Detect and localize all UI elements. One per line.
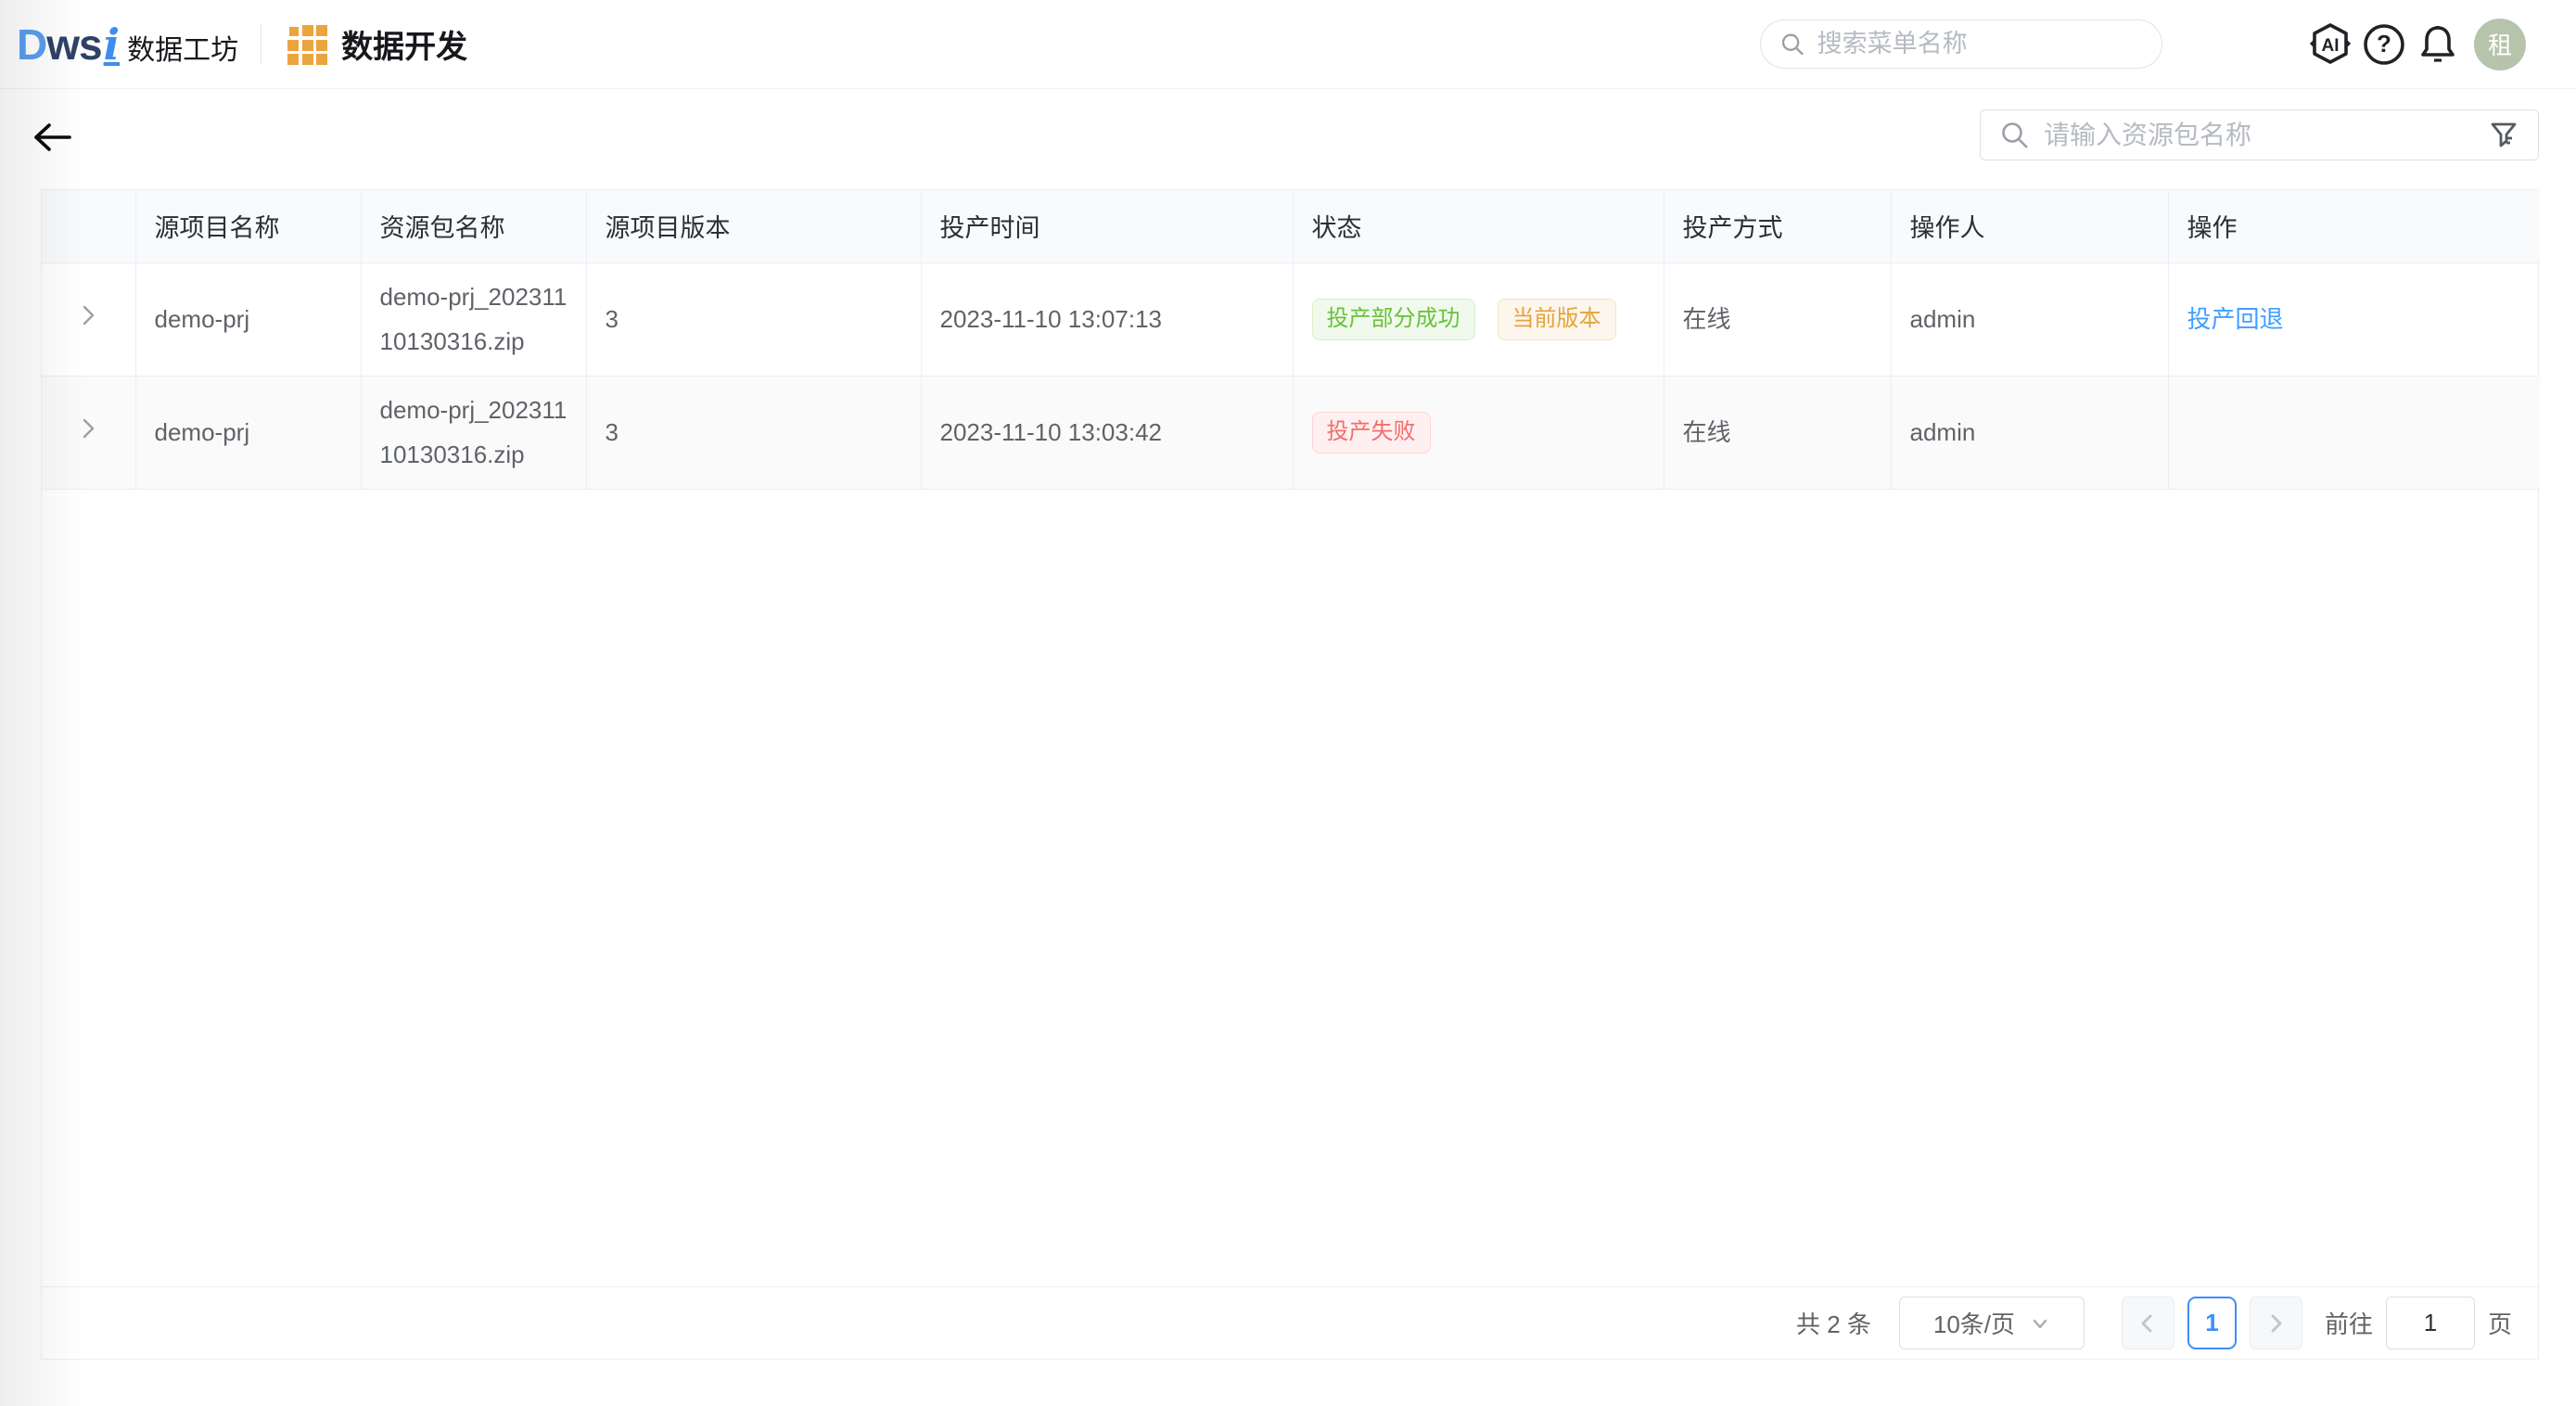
next-page-button[interactable] bbox=[2250, 1297, 2302, 1349]
status-badge: 投产部分成功 bbox=[1312, 299, 1475, 340]
avatar[interactable]: 租 bbox=[2474, 19, 2526, 70]
ai-assistant-button[interactable]: AI bbox=[2303, 18, 2357, 71]
cell-mode: 在线 bbox=[1664, 376, 1891, 489]
help-icon: ? bbox=[2360, 20, 2408, 69]
help-button[interactable]: ? bbox=[2357, 18, 2411, 71]
cell-version: 3 bbox=[586, 262, 921, 376]
col-package: 资源包名称 bbox=[361, 190, 586, 262]
back-arrow-icon bbox=[31, 119, 73, 156]
cell-version: 3 bbox=[586, 376, 921, 489]
col-version: 源项目版本 bbox=[586, 190, 921, 262]
table-row: demo-prj demo-prj_20231110130316.zip 3 2… bbox=[42, 262, 2540, 376]
table-row: demo-prj demo-prj_20231110130316.zip 3 2… bbox=[42, 376, 2540, 489]
status-badge: 投产失败 bbox=[1312, 412, 1431, 454]
waffle-menu-icon[interactable] bbox=[286, 23, 328, 66]
col-operator: 操作人 bbox=[1891, 190, 2168, 262]
avatar-text: 租 bbox=[2488, 27, 2512, 61]
svg-text:?: ? bbox=[2377, 30, 2391, 58]
table-header-row: 源项目名称 资源包名称 源项目版本 投产时间 状态 投产方式 操作人 操作 bbox=[42, 190, 2540, 262]
expand-row-icon[interactable] bbox=[76, 410, 100, 454]
pagination-bar: 共 2 条 10条/页 1 前往 页 bbox=[42, 1286, 2538, 1359]
page-title: 数据开发 bbox=[341, 21, 467, 67]
table-empty-area bbox=[42, 490, 2538, 1287]
cell-operator: admin bbox=[1891, 376, 2168, 489]
product-logo[interactable]: D ws i 数据工坊 bbox=[17, 19, 238, 70]
col-action: 操作 bbox=[2168, 190, 2540, 262]
current-version-badge: 当前版本 bbox=[1498, 299, 1616, 340]
notifications-button[interactable] bbox=[2411, 18, 2465, 71]
page-size-select[interactable]: 10条/页 bbox=[1899, 1297, 2085, 1349]
search-icon bbox=[1999, 120, 2031, 151]
module-header: 数据开发 bbox=[286, 21, 467, 67]
logo-letters-ws: ws bbox=[46, 19, 101, 70]
logo-letter-d: D bbox=[17, 19, 46, 70]
svg-text:AI: AI bbox=[2322, 36, 2340, 56]
page-toolbar bbox=[0, 89, 2576, 189]
col-project: 源项目名称 bbox=[135, 190, 361, 262]
cell-project: demo-prj bbox=[135, 376, 361, 489]
package-search-input[interactable] bbox=[2044, 121, 2488, 150]
ai-assistant-icon: AI bbox=[2306, 20, 2354, 69]
filter-button[interactable] bbox=[2488, 120, 2519, 151]
status-badges: 投产失败 bbox=[1312, 412, 1645, 454]
cell-mode: 在线 bbox=[1664, 262, 1891, 376]
cell-operator: admin bbox=[1891, 262, 2168, 376]
app-screen: D ws i 数据工坊 数据开发 bbox=[0, 0, 2576, 1406]
col-status: 状态 bbox=[1293, 190, 1664, 262]
deploy-records-card: 源项目名称 资源包名称 源项目版本 投产时间 状态 投产方式 操作人 操作 bbox=[41, 189, 2539, 1360]
top-navbar: D ws i 数据工坊 数据开发 bbox=[0, 0, 2576, 89]
rollback-action-link[interactable]: 投产回退 bbox=[2187, 305, 2284, 333]
cell-time: 2023-11-10 13:07:13 bbox=[921, 262, 1293, 376]
chevron-right-icon bbox=[2264, 1312, 2287, 1335]
goto-page-input[interactable] bbox=[2386, 1297, 2475, 1349]
chevron-down-icon bbox=[2030, 1313, 2050, 1334]
expand-row-icon[interactable] bbox=[76, 297, 100, 341]
menu-search-input[interactable] bbox=[1817, 30, 2143, 58]
back-button[interactable] bbox=[24, 109, 80, 165]
package-search-box bbox=[1980, 109, 2539, 160]
cell-project: demo-prj bbox=[135, 262, 361, 376]
filter-funnel-icon bbox=[2488, 120, 2519, 151]
current-page-button[interactable]: 1 bbox=[2187, 1297, 2237, 1349]
prev-page-button[interactable] bbox=[2122, 1297, 2174, 1349]
cell-time: 2023-11-10 13:03:42 bbox=[921, 376, 1293, 489]
deploy-records-table: 源项目名称 资源包名称 源项目版本 投产时间 状态 投产方式 操作人 操作 bbox=[42, 190, 2540, 490]
search-icon bbox=[1779, 30, 1806, 59]
col-mode: 投产方式 bbox=[1664, 190, 1891, 262]
logo-letter-i: i bbox=[104, 19, 120, 70]
navbar-actions: AI ? 租 bbox=[2303, 18, 2526, 71]
goto-page-label: 前往 bbox=[2325, 1306, 2373, 1340]
col-time: 投产时间 bbox=[921, 190, 1293, 262]
notifications-bell-icon bbox=[2414, 20, 2462, 69]
cell-package: demo-prj_20231110130316.zip bbox=[361, 262, 586, 376]
product-name: 数据工坊 bbox=[127, 27, 238, 68]
chevron-left-icon bbox=[2136, 1312, 2159, 1335]
col-expand bbox=[42, 190, 135, 262]
status-badges: 投产部分成功 当前版本 bbox=[1312, 299, 1645, 340]
cell-package: demo-prj_20231110130316.zip bbox=[361, 376, 586, 489]
page-unit-label: 页 bbox=[2488, 1306, 2512, 1340]
page-size-value: 10条/页 bbox=[1933, 1306, 2015, 1340]
total-count-label: 共 2 条 bbox=[1796, 1306, 1871, 1340]
menu-search-box bbox=[1760, 19, 2162, 69]
